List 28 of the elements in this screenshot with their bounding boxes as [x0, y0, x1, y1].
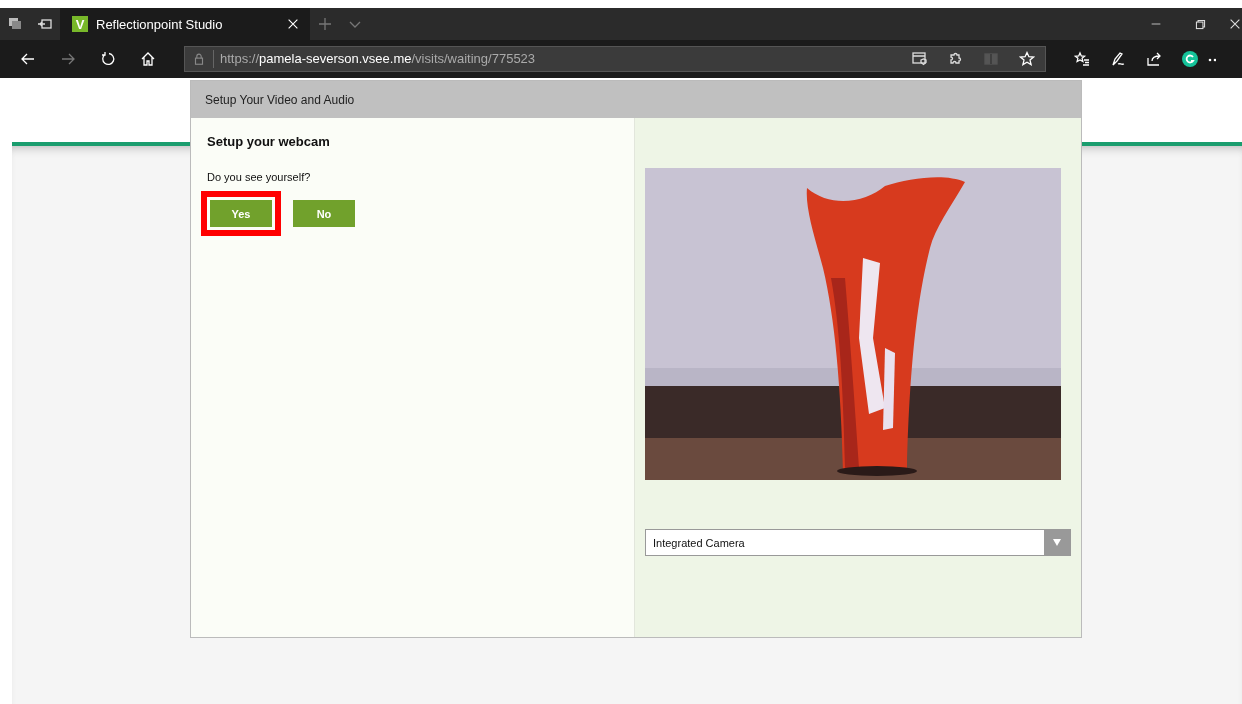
- camera-name: Integrated Camera: [652, 535, 746, 551]
- home-icon[interactable]: [140, 51, 156, 67]
- grammarly-icon[interactable]: [1182, 51, 1198, 67]
- camera-dropdown[interactable]: Integrated Camera: [645, 529, 1071, 556]
- section-heading: Setup your webcam: [207, 134, 331, 149]
- extension-icon[interactable]: [947, 51, 963, 67]
- refresh-icon[interactable]: [100, 51, 116, 67]
- forward-icon[interactable]: [60, 51, 76, 67]
- close-icon[interactable]: [286, 17, 300, 31]
- tab-title: Reflectionpoint Studio: [96, 16, 224, 32]
- favorites-list-icon[interactable]: [1074, 51, 1090, 67]
- address-bar[interactable]: https://pamela-severson.vsee.me/visits/waiting/775523: [184, 46, 1046, 72]
- tabs-icon[interactable]: [7, 16, 23, 32]
- back-icon[interactable]: [20, 51, 36, 67]
- close-icon[interactable]: [1228, 17, 1242, 31]
- dialog-title: Setup Your Video and Audio: [191, 81, 1081, 118]
- share-icon[interactable]: [1146, 51, 1162, 67]
- site-logo: V: [72, 16, 88, 32]
- browser-tab[interactable]: V Reflectionpoint Studio: [60, 8, 310, 40]
- dropdown-arrow-icon: [1053, 539, 1061, 546]
- question-text: Do you see yourself?: [207, 171, 312, 183]
- restore-icon[interactable]: [1193, 17, 1207, 31]
- lock-icon: [192, 52, 206, 66]
- tab-aside-icon[interactable]: [37, 16, 53, 32]
- star-icon[interactable]: [1019, 51, 1035, 67]
- url-text: https://pamela-severson.vsee.me/visits/waiting/775523: [213, 50, 901, 68]
- pen-icon[interactable]: [1110, 51, 1126, 67]
- tracking-prevention-icon[interactable]: [911, 51, 927, 67]
